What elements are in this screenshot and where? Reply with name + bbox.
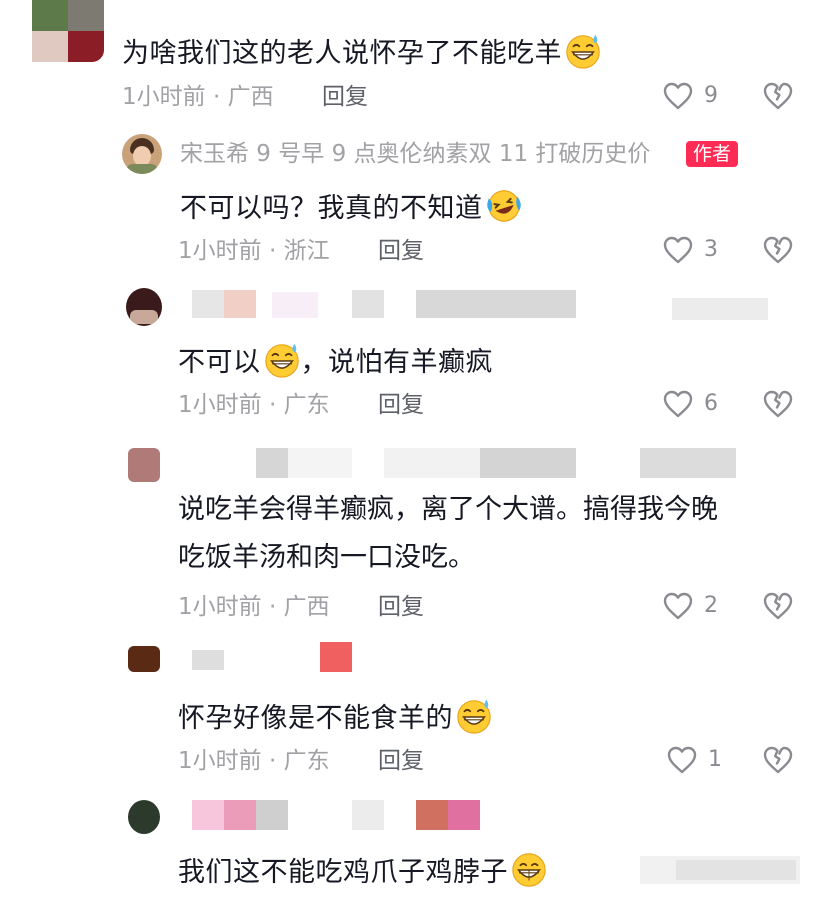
grin-emoji [510, 851, 548, 889]
grin-sweat-emoji [455, 697, 493, 735]
avatar[interactable] [126, 288, 162, 326]
heart-icon [662, 234, 694, 266]
comment-text: 说吃羊会得羊癫疯，离了个大谱。搞得我今晚 [178, 494, 718, 525]
like-button[interactable]: 1 [666, 744, 722, 776]
like-count: 6 [704, 391, 718, 416]
heart-icon [662, 388, 694, 420]
heart-icon [662, 80, 694, 112]
comment-text: 不可以吗？我真的不知道 [180, 187, 523, 225]
comment-meta: 1小时前 · 广西 [178, 594, 330, 620]
dislike-icon[interactable] [762, 590, 794, 622]
reply-button[interactable]: 回复 [322, 84, 368, 110]
like-button[interactable]: 2 [662, 590, 718, 622]
dislike-icon[interactable] [762, 388, 794, 420]
dislike-icon[interactable] [762, 234, 794, 266]
author-badge: 作者 [686, 141, 739, 167]
avatar[interactable] [128, 646, 160, 672]
reply-button[interactable]: 回复 [378, 238, 424, 264]
avatar[interactable] [122, 134, 162, 174]
dislike-icon[interactable] [762, 744, 794, 776]
comment-text: 怀孕好像是不能食羊的 [178, 697, 493, 735]
comment-text: 吃饭羊汤和肉一口没吃。 [178, 542, 475, 573]
grin-sweat-emoji [263, 341, 301, 379]
heart-icon [666, 744, 698, 776]
comment-meta: 1小时前 · 广东 [178, 392, 330, 418]
author-name[interactable]: 宋玉希 9 号早 9 点奥伦纳素双 11 打破历史价 [180, 141, 650, 167]
like-count: 1 [708, 747, 722, 772]
like-button[interactable]: 6 [662, 388, 718, 420]
like-button[interactable]: 3 [662, 234, 718, 266]
like-button[interactable]: 9 [662, 80, 718, 112]
comment-text: 我们这不能吃鸡爪子鸡脖子 [178, 851, 548, 889]
comment-meta: 1小时前 · 广西 [122, 84, 274, 110]
reply-button[interactable]: 回复 [378, 392, 424, 418]
grin-sweat-emoji [564, 32, 602, 70]
like-count: 2 [704, 593, 718, 618]
heart-icon [662, 590, 694, 622]
avatar[interactable] [128, 800, 160, 834]
like-count: 9 [704, 83, 718, 108]
like-count: 3 [704, 237, 718, 262]
reply-button[interactable]: 回复 [378, 594, 424, 620]
laugh-cry-emoji [485, 187, 523, 225]
avatar[interactable] [32, 0, 104, 62]
reply-button[interactable]: 回复 [378, 748, 424, 774]
comment-text: 为啥我们这的老人说怀孕了不能吃羊 [122, 32, 602, 70]
dislike-icon[interactable] [762, 80, 794, 112]
comment-meta: 1小时前 · 广东 [178, 748, 330, 774]
comment-meta: 1小时前 · 浙江 [178, 238, 330, 264]
comment-text: 不可以 ，说怕有羊癫疯 [178, 341, 493, 379]
avatar[interactable] [128, 448, 160, 482]
